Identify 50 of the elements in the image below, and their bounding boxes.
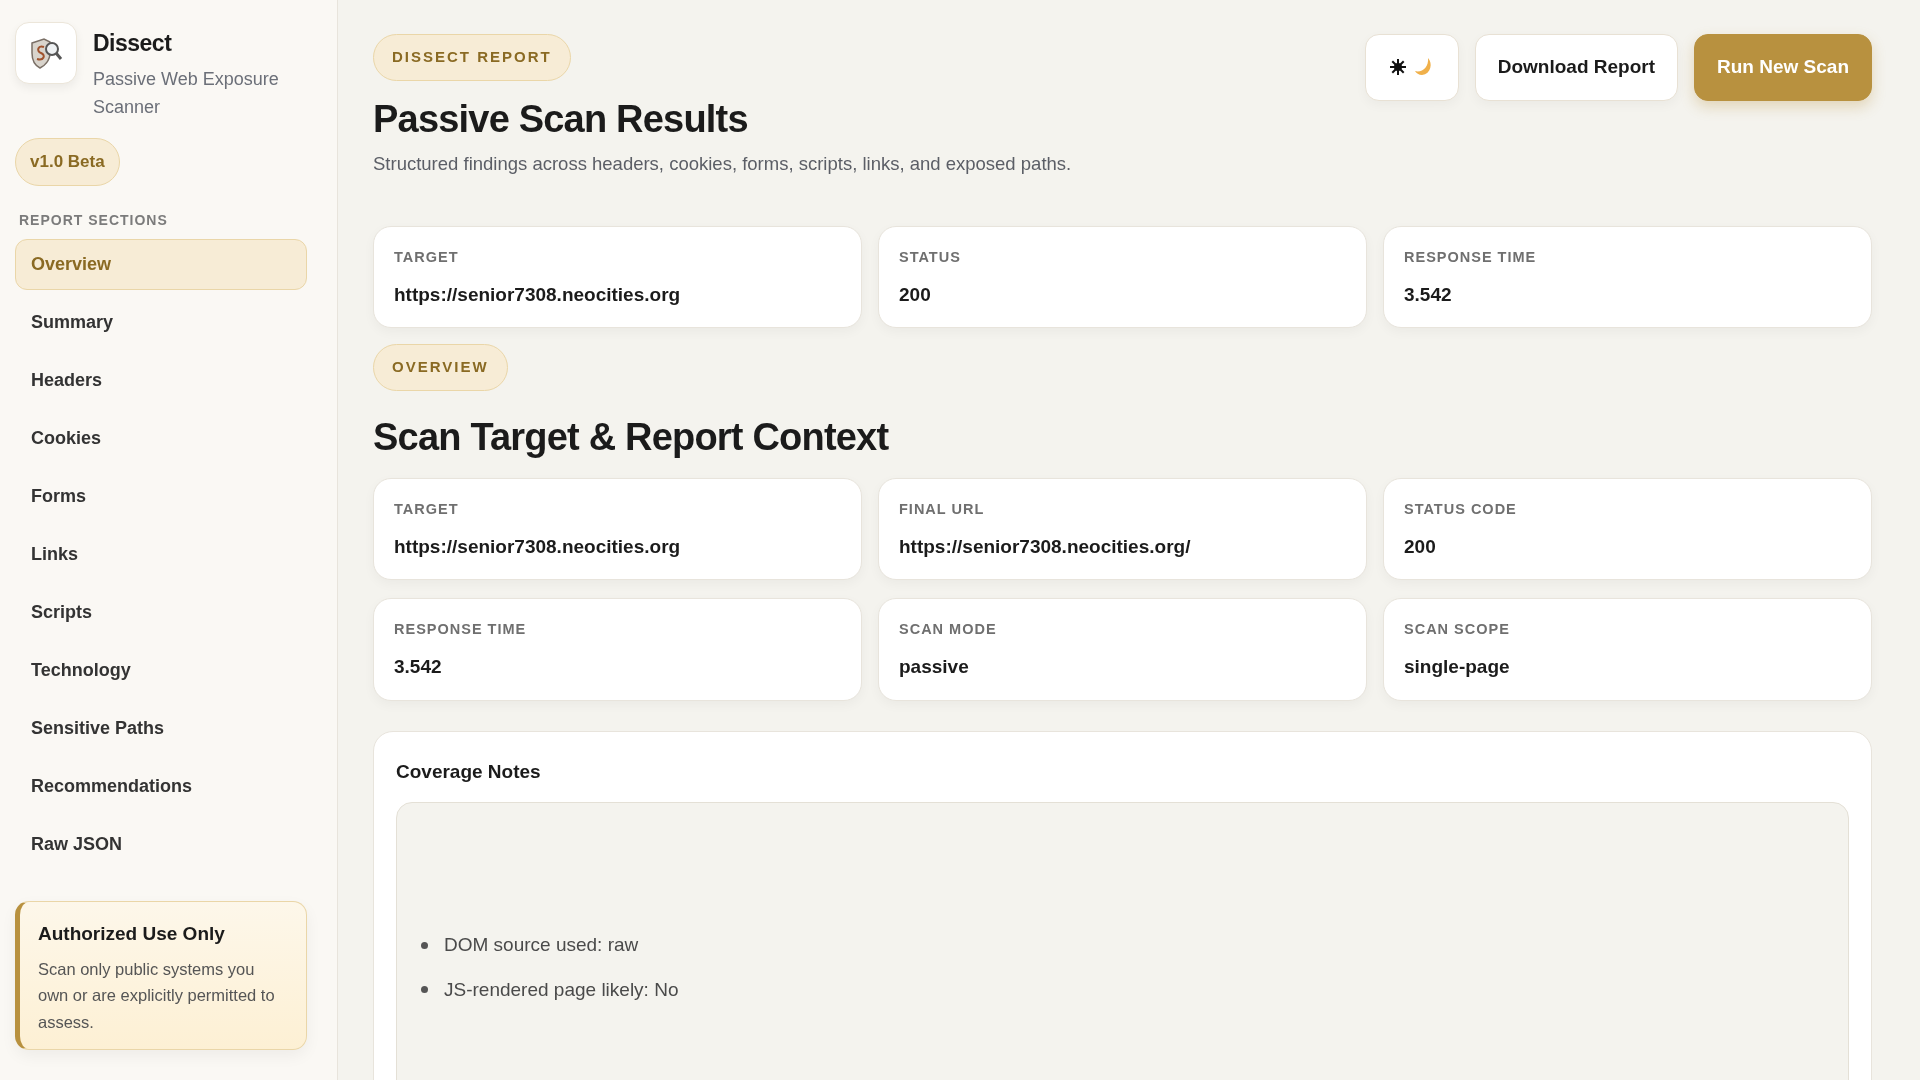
field-value: https://senior7308.neocities.org/ — [899, 534, 1192, 559]
nav-item[interactable]: Links — [15, 528, 307, 580]
field-label: SCAN MODE — [899, 620, 998, 640]
field-label: FINAL URL — [899, 500, 986, 520]
field-label: STATUS — [899, 247, 962, 267]
note-text: JS-rendered page likely: No — [444, 977, 679, 1002]
nav-item[interactable]: Headers — [15, 354, 307, 406]
field-value: 200 — [899, 282, 932, 307]
nav-item[interactable]: Overview — [15, 238, 307, 290]
field-value: passive — [899, 655, 970, 680]
nav-item[interactable]: Scripts — [15, 586, 307, 638]
shield-magnifier-icon — [28, 35, 64, 71]
field-label: TARGET — [394, 247, 460, 267]
version-badge: v1.0 Beta — [15, 138, 120, 186]
page-title: Passive Scan Results — [373, 96, 749, 142]
field-value: https://senior7308.neocities.org — [394, 282, 682, 307]
notice-text: Scan only public systems you own or are explicitly permitted to assess. — [38, 959, 276, 1033]
nav-item[interactable]: Sensitive Paths — [15, 702, 307, 754]
download-report-button[interactable]: Download Report — [1474, 34, 1678, 101]
notice-title: Authorized Use Only — [38, 921, 226, 946]
field-value: 200 — [1404, 534, 1437, 559]
nav-item[interactable]: Raw JSON — [15, 818, 307, 870]
section-label: REPORT SECTIONS — [18, 210, 169, 230]
nav-item[interactable]: Summary — [15, 296, 307, 348]
theme-toggle-button[interactable] — [1364, 34, 1459, 101]
eyebrow-badge: OVERVIEW — [373, 344, 508, 391]
nav-item[interactable]: Cookies — [15, 412, 307, 464]
section-title: Scan Target & Report Context — [373, 414, 890, 460]
bullet-icon — [421, 986, 428, 994]
field-value: single-page — [1404, 655, 1511, 680]
app-tagline: Passive Web Exposure Scanner — [93, 67, 280, 120]
field-value: 3.542 — [394, 655, 443, 680]
bullet-icon — [421, 941, 428, 949]
page-subtitle: Structured findings across headers, cookies, forms, scripts, links, and exposed paths. — [373, 152, 1072, 177]
app-name: Dissect — [93, 29, 173, 58]
field-label: RESPONSE TIME — [1404, 247, 1538, 267]
field-label: TARGET — [394, 500, 460, 520]
eyebrow-badge: DISSECT REPORT — [373, 34, 571, 81]
field-value: 3.542 — [1404, 282, 1453, 307]
note-text: DOM source used: raw — [444, 933, 639, 958]
field-label: SCAN SCOPE — [1404, 620, 1511, 640]
field-value: https://senior7308.neocities.org — [394, 534, 682, 559]
field-label: STATUS CODE — [1404, 500, 1518, 520]
coverage-title: Coverage Notes — [396, 759, 542, 784]
field-label: RESPONSE TIME — [394, 620, 528, 640]
sun-icon — [1389, 59, 1406, 76]
nav-item[interactable]: Recommendations — [15, 760, 307, 812]
nav-item[interactable]: Technology — [15, 644, 307, 696]
nav-item[interactable]: Forms — [15, 470, 307, 522]
moon-icon — [1413, 57, 1434, 78]
